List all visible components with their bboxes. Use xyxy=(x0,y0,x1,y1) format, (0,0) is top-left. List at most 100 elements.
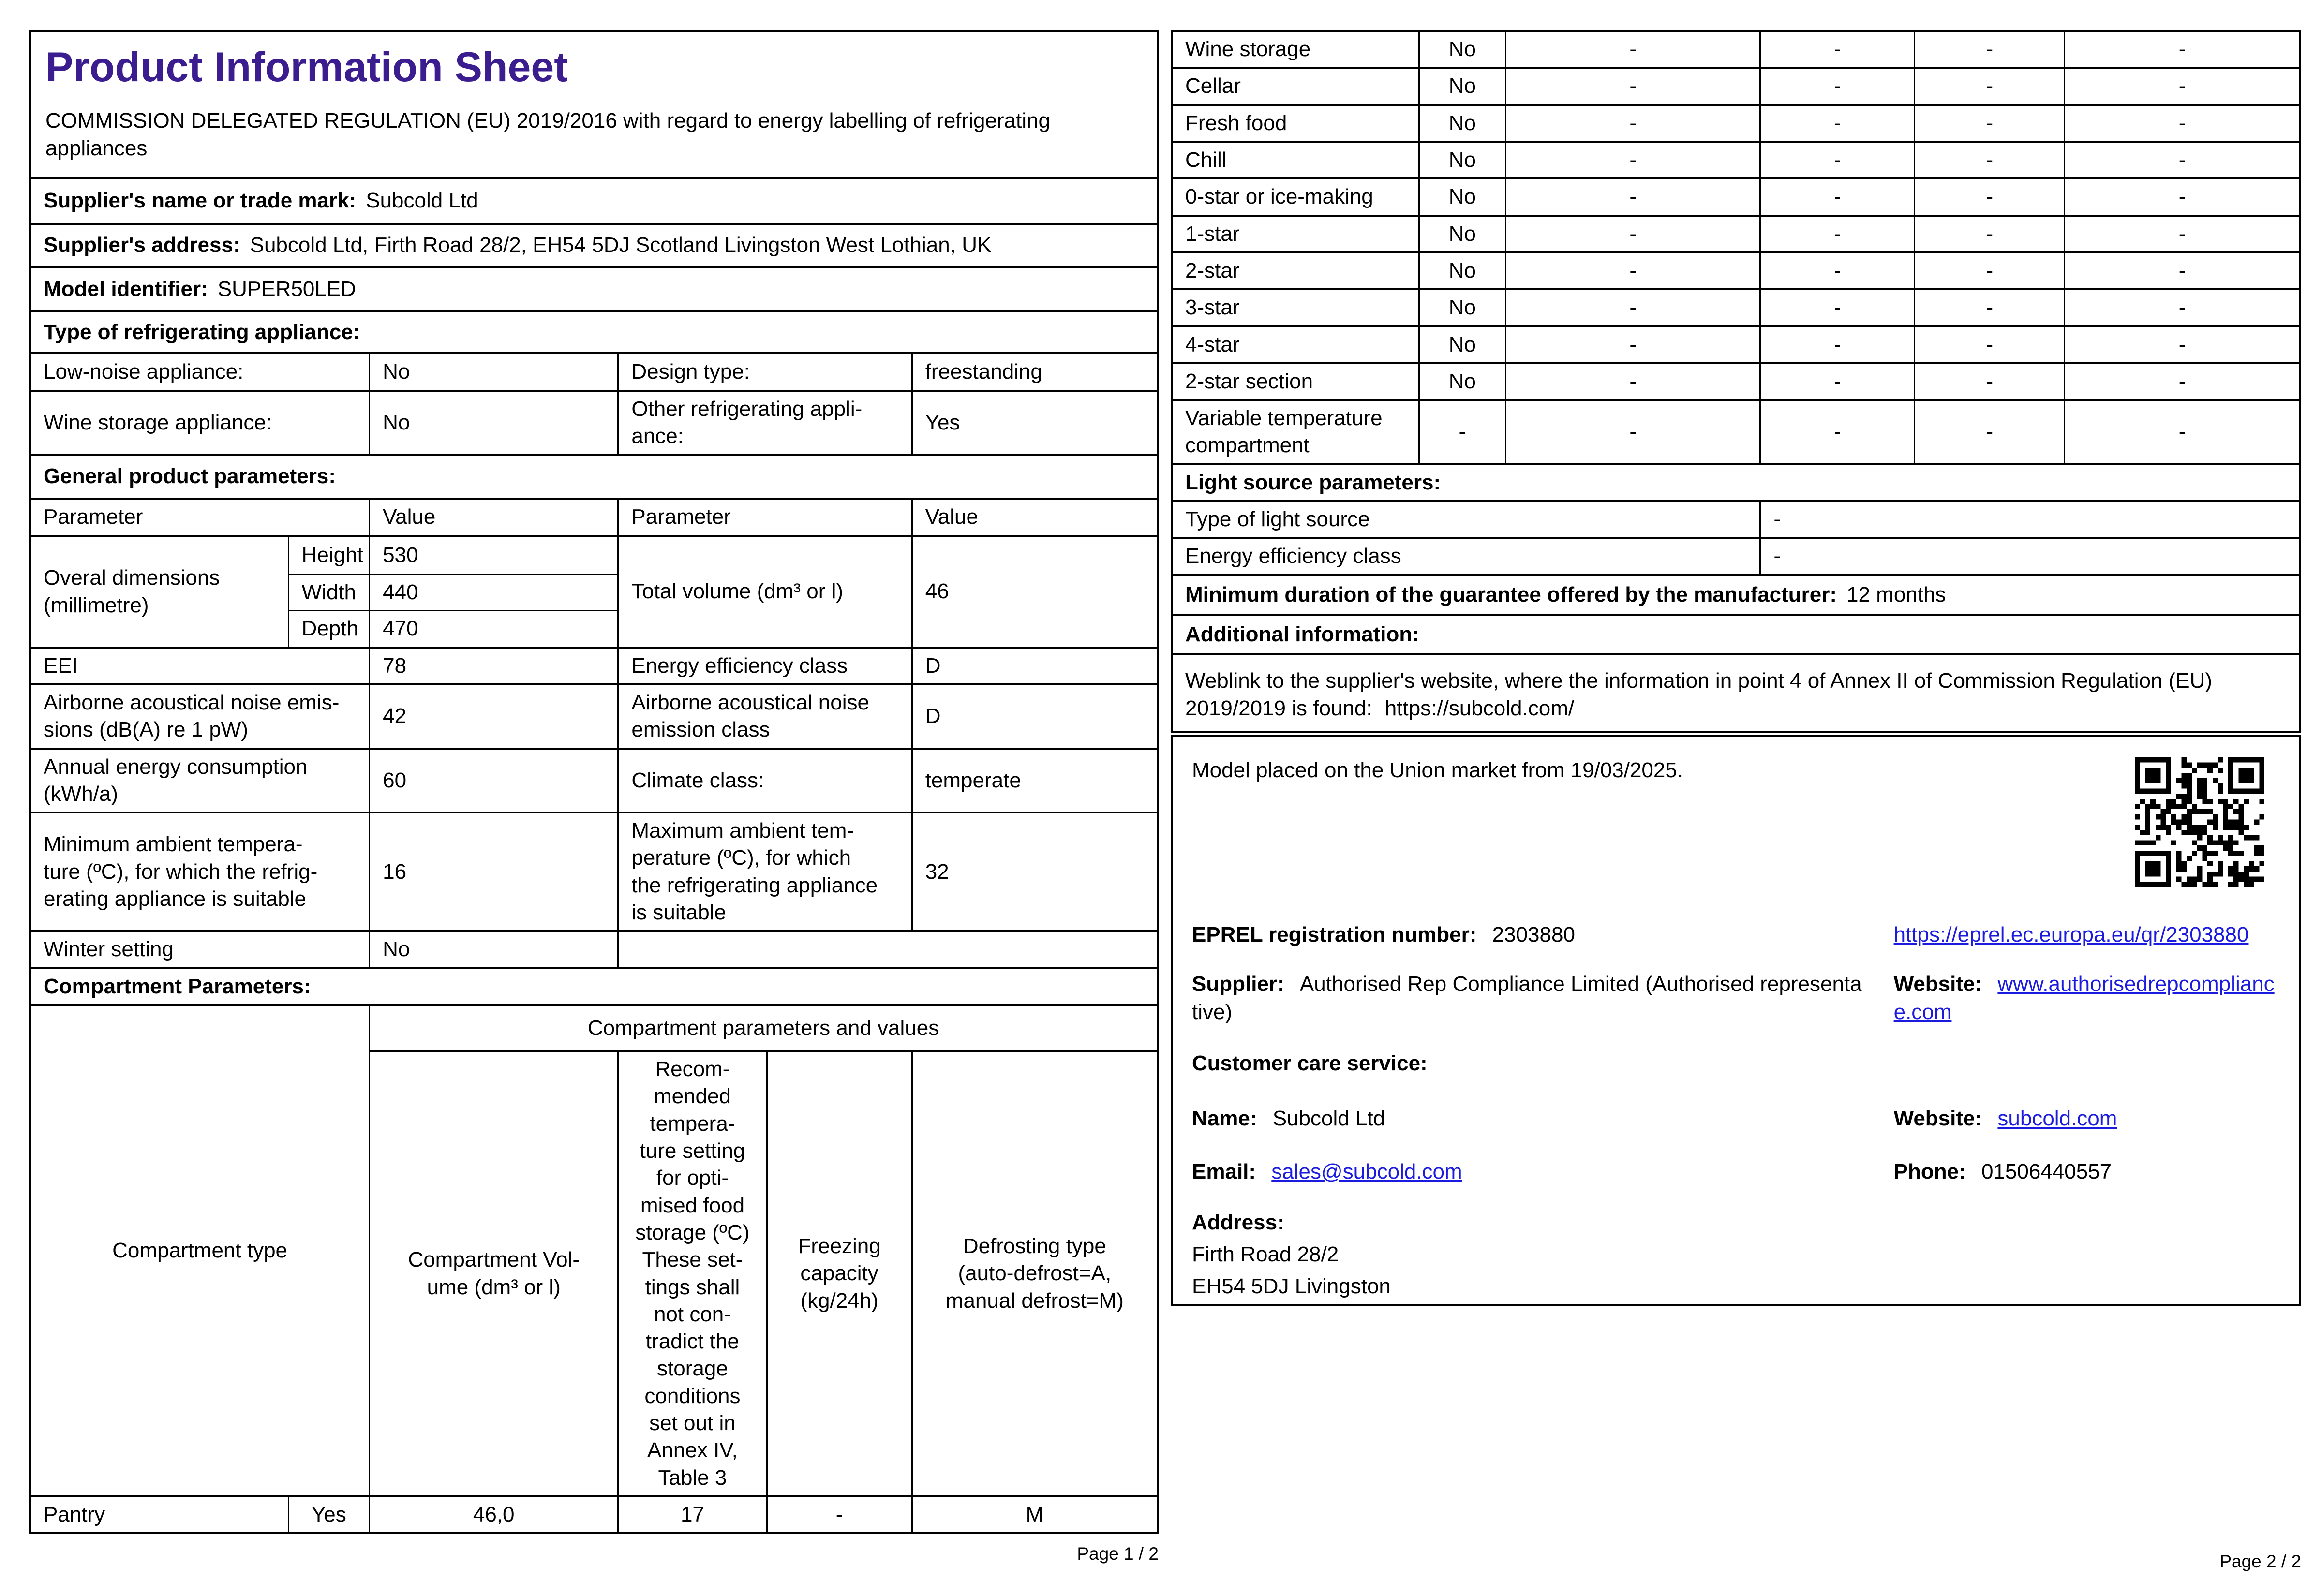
cell-value: - xyxy=(1914,69,2064,104)
light-source-heading: Light source parameters: xyxy=(1185,470,1441,494)
cell-value: - xyxy=(1505,327,1759,362)
pantry-temp: 17 xyxy=(617,1497,766,1533)
customer-name-label: Name: xyxy=(1192,1107,1257,1131)
supplier-label: Supplier: xyxy=(1192,972,1284,996)
qr-code xyxy=(2135,757,2264,887)
supplier-name-value: Subcold Ltd xyxy=(366,189,478,213)
compartment-label: 4-star xyxy=(1185,332,1240,356)
cell-value: - xyxy=(1914,401,2064,463)
cell-value: No xyxy=(1418,32,1505,67)
compartment-temp-header: Recom- mended tempera- ture setting for … xyxy=(617,1050,766,1495)
customer-email-row: Email: sales@subcold.com Phone: 01506440… xyxy=(1192,1158,2280,1186)
compartment-label: Wine storage xyxy=(1185,37,1311,61)
page-2-table: Wine storage No - - - - Cellar No - - - … xyxy=(1171,30,2301,733)
type-heading-row: Type of refrigerating appliance: xyxy=(31,310,1157,352)
wine-storage-row: Wine storage appliance: No Other refrige… xyxy=(31,390,1157,454)
cell-value: No xyxy=(1418,290,1505,325)
table-row: 2-star section No - - - - xyxy=(1173,362,2299,399)
winter-setting-row: Winter setting No xyxy=(31,930,1157,967)
cell-value: - xyxy=(1505,32,1759,67)
design-type-label: Design type: xyxy=(617,354,911,390)
cell-value: - xyxy=(1759,69,1914,104)
cell-value: - xyxy=(2064,253,2299,289)
eei-value: 78 xyxy=(369,648,617,683)
cell-value: No xyxy=(1418,327,1505,362)
model-identifier-value: SUPER50LED xyxy=(217,277,356,301)
supplier-website-label: Website: xyxy=(1893,972,1982,996)
energy-value: 60 xyxy=(369,749,617,812)
pantry-defrost: M xyxy=(911,1497,1157,1533)
page-1: Product Information Sheet COMMISSION DEL… xyxy=(29,30,1159,1535)
other-appliance-label: Other refrigerating appli- ance: xyxy=(617,392,911,454)
cell-value: - xyxy=(1759,32,1914,67)
title-block: Product Information Sheet COMMISSION DEL… xyxy=(31,32,1157,177)
page-2-footer: Page 2 / 2 xyxy=(2219,1552,2301,1571)
cell-value: No xyxy=(1418,216,1505,251)
low-noise-value: No xyxy=(369,354,617,390)
light-heading-row: Light source parameters: xyxy=(1173,463,2299,500)
light-type-value: - xyxy=(1759,502,2299,537)
dimensions-row: Overal dimensions (millimetre) Height 53… xyxy=(31,535,1157,647)
table-row: 1-star No - - - - xyxy=(1173,214,2299,251)
guarantee-cell: Minimum duration of the guarantee offere… xyxy=(1173,576,2299,614)
pantry-volume: 46,0 xyxy=(369,1497,617,1533)
additional-heading: Additional information: xyxy=(1185,622,1419,646)
cell-value: - xyxy=(1914,253,2064,289)
noise-class-label: Airborne acoustical noise emission class xyxy=(617,685,911,748)
compartment-label: 3-star xyxy=(1185,296,1240,320)
title-cell: Product Information Sheet COMMISSION DEL… xyxy=(31,32,1157,177)
param-header-1: Parameter xyxy=(44,505,143,529)
cell-value: - xyxy=(2064,364,2299,399)
compartment-header-row: Compartment type Compartment parameters … xyxy=(31,1004,1157,1495)
cell-value: - xyxy=(1914,142,2064,178)
compartment-label: 0-star or ice-making xyxy=(1185,185,1373,209)
cell-value: - xyxy=(1505,179,1759,215)
cell-value: - xyxy=(1914,32,2064,67)
cell-value: No xyxy=(1418,253,1505,289)
regulation-subtitle: COMMISSION DELEGATED REGULATION (EU) 201… xyxy=(45,108,1050,160)
table-row: 0-star or ice-making No - - - - xyxy=(1173,177,2299,215)
cell-value: - xyxy=(1759,364,1914,399)
cell-value: - xyxy=(2064,327,2299,362)
customer-name-row: Name: Subcold Ltd Website: subcold.com xyxy=(1192,1105,2280,1133)
design-type-value: freestanding xyxy=(911,354,1157,390)
weblink-row: Weblink to the supplier's website, where… xyxy=(1173,653,2299,731)
supplier-address-cell: Supplier's address: Subcold Ltd, Firth R… xyxy=(31,225,1157,266)
noise-row: Airborne acoustical noise emis- sions (d… xyxy=(31,683,1157,748)
compartment-heading: Compartment Parameters: xyxy=(44,974,311,998)
light-class-label: Energy efficiency class xyxy=(1185,544,1401,568)
guarantee-value: 12 months xyxy=(1846,582,1946,606)
general-heading-row: General product parameters: xyxy=(31,454,1157,498)
cell-value: - xyxy=(1759,142,1914,178)
guarantee-row: Minimum duration of the guarantee offere… xyxy=(1173,574,2299,614)
pantry-freezing: - xyxy=(766,1497,911,1533)
customer-phone-label: Phone: xyxy=(1893,1160,1966,1184)
min-temp-label: Minimum ambient tempera- ture (ºC), for … xyxy=(44,832,318,911)
table-row: 2-star No - - - - xyxy=(1173,251,2299,289)
supplier-website-cell: Website: www.authorisedrepcompliance.com xyxy=(1894,970,2280,1026)
model-identifier-row: Model identifier: SUPER50LED xyxy=(31,266,1157,310)
customer-phone-value: 01506440557 xyxy=(1981,1160,2112,1184)
general-heading: General product parameters: xyxy=(44,464,336,488)
model-identifier-cell: Model identifier: SUPER50LED xyxy=(31,268,1157,310)
eprel-link[interactable]: https://eprel.ec.europa.eu/qr/2303880 xyxy=(1894,923,2249,946)
compartment-heading-row: Compartment Parameters: xyxy=(31,967,1157,1004)
winter-setting-value: No xyxy=(369,932,617,967)
dim-width-label: Width xyxy=(287,573,369,610)
table-row: Wine storage No - - - - xyxy=(1173,32,2299,67)
customer-name-value: Subcold Ltd xyxy=(1272,1107,1385,1131)
dim-height-value: 530 xyxy=(369,537,617,574)
address-line-2: EH54 5DJ Livingston xyxy=(1192,1274,1391,1298)
climate-value: temperate xyxy=(911,749,1157,812)
weblink-label: Weblink to the supplier's website, where… xyxy=(1185,668,2213,720)
min-temp-value: 16 xyxy=(369,813,617,931)
cell-value: - xyxy=(2064,105,2299,141)
table-row: 4-star No - - - - xyxy=(1173,325,2299,362)
customer-email-link[interactable]: sales@subcold.com xyxy=(1271,1160,1462,1183)
cell-value: - xyxy=(1759,179,1914,215)
cell-value: - xyxy=(1914,327,2064,362)
max-temp-label: Maximum ambient tem- perature (ºC), for … xyxy=(617,813,911,931)
climate-label: Climate class: xyxy=(617,749,911,812)
customer-website-link[interactable]: subcold.com xyxy=(1997,1107,2117,1130)
table-row: Variable temperature compartment - - - -… xyxy=(1173,399,2299,463)
